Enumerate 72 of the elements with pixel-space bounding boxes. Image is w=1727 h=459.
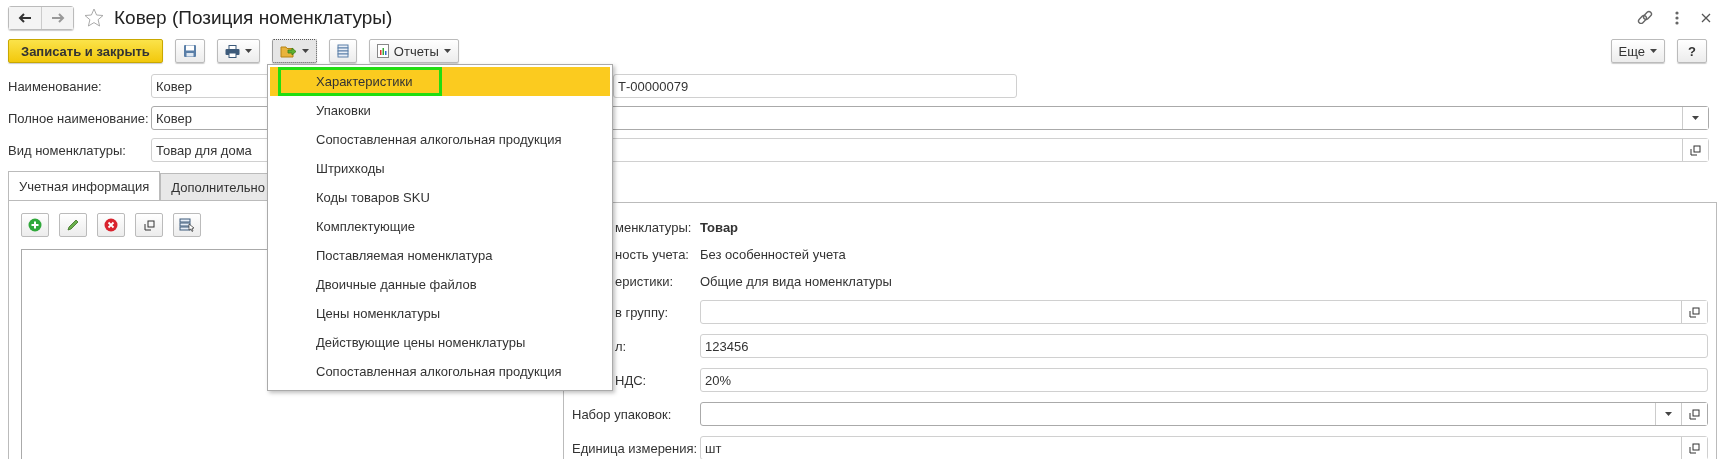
open-window-icon xyxy=(1690,144,1701,156)
folder-arrow-icon xyxy=(279,43,297,59)
menu-item[interactable]: Поставляемая номенклатура xyxy=(270,241,610,270)
field-value: Товар xyxy=(700,220,739,235)
menu-item[interactable]: Двоичные данные файлов xyxy=(270,270,610,299)
help-button[interactable]: ? xyxy=(1677,39,1707,63)
code-field[interactable]: Т-00000079 xyxy=(613,74,1017,98)
tab[interactable]: Учетная информация xyxy=(8,171,161,200)
plus-circle-icon xyxy=(28,218,42,232)
caret-icon xyxy=(244,49,252,53)
field-label: ность учета: xyxy=(614,247,690,262)
print-button[interactable] xyxy=(216,39,260,63)
list-pointer-icon xyxy=(179,218,195,232)
save-and-close-button[interactable]: Записать и закрыть xyxy=(8,39,163,63)
reports-button[interactable]: Отчеты xyxy=(368,39,459,63)
field-label: менклатуры: xyxy=(614,220,693,235)
field-label: еристики: xyxy=(614,274,674,289)
field-label: Набор упаковок: xyxy=(572,406,673,422)
right-arrow-icon xyxy=(50,13,65,23)
field-label: л: xyxy=(614,338,628,354)
input-field[interactable]: 123456 xyxy=(700,334,1708,358)
pencil-icon xyxy=(66,218,80,232)
caret-icon xyxy=(1665,412,1672,416)
open-button[interactable] xyxy=(1681,403,1707,425)
field-label: Вид номенклатуры: xyxy=(8,142,127,158)
field-label: НДС: xyxy=(614,372,648,388)
dropdown-button[interactable] xyxy=(1682,107,1708,129)
printer-icon xyxy=(224,44,240,58)
input-field[interactable]: 20% xyxy=(700,368,1708,392)
open-window-icon xyxy=(1689,408,1700,420)
left-arrow-icon xyxy=(18,13,32,23)
back-button[interactable] xyxy=(9,7,41,29)
more-button[interactable]: Еще xyxy=(1610,39,1665,63)
window-title: Ковер (Позиция номенклатуры) xyxy=(114,7,394,29)
menu-item[interactable]: Действующие цены номенклатуры xyxy=(270,328,610,357)
list-button[interactable] xyxy=(328,39,357,63)
field-value: Общие для вида номенклатуры xyxy=(700,274,892,289)
cross-circle-icon xyxy=(104,218,118,232)
copy-button[interactable] xyxy=(135,213,163,237)
open-button[interactable] xyxy=(1681,301,1707,323)
field-label: Единица измерения: xyxy=(572,440,699,456)
caret-icon xyxy=(1650,49,1657,53)
close-icon[interactable] xyxy=(1701,13,1711,23)
menu-item[interactable]: Сопоставленная алкогольная продукция xyxy=(270,357,610,386)
list-icon xyxy=(336,43,349,59)
field-label: Наименование: xyxy=(8,78,103,94)
dropdown-field[interactable] xyxy=(700,402,1708,426)
caret-icon xyxy=(443,49,451,53)
open-window-icon xyxy=(143,219,155,231)
list-settings-button[interactable] xyxy=(173,213,201,237)
link-icon[interactable] xyxy=(1637,10,1653,26)
open-button[interactable] xyxy=(1681,437,1707,459)
open-window-icon xyxy=(1689,442,1700,454)
open-button[interactable] xyxy=(1682,139,1708,161)
menu-item[interactable]: Комплектующие xyxy=(270,212,610,241)
caret-icon xyxy=(1692,116,1699,120)
caret-icon xyxy=(301,49,309,53)
input-field[interactable] xyxy=(700,300,1708,324)
open-window-icon xyxy=(1689,306,1700,318)
menu-item[interactable]: Цены номенклатуры xyxy=(270,299,610,328)
save-button[interactable] xyxy=(174,39,205,63)
star-icon[interactable] xyxy=(84,8,104,28)
field-value: Без особенностей учета xyxy=(700,247,846,262)
edit-button[interactable] xyxy=(59,213,87,237)
input-field[interactable]: шт xyxy=(700,436,1708,459)
create-based-on-button[interactable] xyxy=(271,39,317,63)
field-label: Полное наименование: xyxy=(8,110,150,126)
delete-button[interactable] xyxy=(97,213,125,237)
field-label: в группу: xyxy=(614,304,670,320)
add-button[interactable] xyxy=(21,213,49,237)
more-options-icon[interactable] xyxy=(1675,11,1679,25)
report-chart-icon xyxy=(376,44,389,58)
